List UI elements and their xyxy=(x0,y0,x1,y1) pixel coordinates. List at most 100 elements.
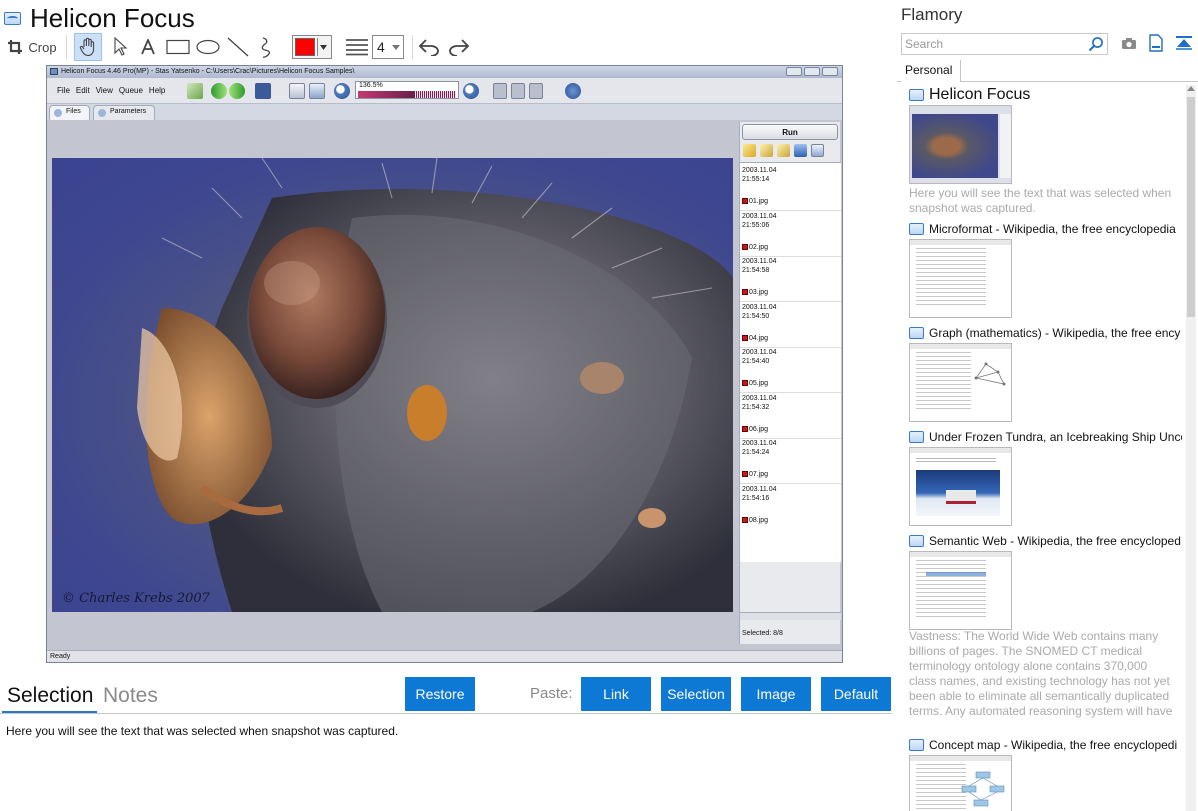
fly-illustration xyxy=(137,158,733,612)
helicon-app-icon xyxy=(50,68,58,75)
list-item[interactable]: Semantic Web - Wikipedia, the free encyc… xyxy=(909,533,1182,718)
list-item[interactable]: Under Frozen Tundra, an Icebreaking Ship… xyxy=(909,429,1182,526)
document-icon[interactable] xyxy=(1146,33,1166,53)
color-swatch xyxy=(295,38,315,56)
zoom-out-icon xyxy=(334,83,350,99)
file-name-row: 08.jpg xyxy=(742,516,838,525)
ellipse-icon xyxy=(196,39,220,55)
tab-divider xyxy=(0,713,892,714)
file-date: 2003.11.04 xyxy=(742,485,777,493)
hand-icon xyxy=(79,37,95,57)
file-name: 01.jpg xyxy=(749,198,769,205)
snapshot-list: Helicon Focus Here you will see the text… xyxy=(909,85,1182,811)
window-controls xyxy=(786,67,838,76)
list-item[interactable]: Graph (mathematics) - Wikipedia, the fre… xyxy=(909,325,1182,422)
checkbox-icon xyxy=(742,516,748,523)
rectangle-icon xyxy=(166,39,190,55)
tab-selection[interactable]: Selection xyxy=(7,684,93,708)
rectangle-tool-button[interactable] xyxy=(164,33,192,61)
sidebar-scrollbar[interactable] xyxy=(1186,85,1196,811)
file-list: 2003.11.04 21:55:14 01.jpg 2003.11.04 21:55:… xyxy=(740,162,841,562)
list-item[interactable]: Concept map - Wikipedia, the free encycl… xyxy=(909,737,1182,811)
page-title: Helicon Focus xyxy=(30,2,195,33)
file-entry: 2003.11.04 21:54:32 06.jpg xyxy=(742,394,838,434)
files-icon xyxy=(54,109,62,117)
text-icon xyxy=(141,39,155,55)
file-time: 21:54:32 xyxy=(742,403,770,411)
layout-2-icon xyxy=(511,83,525,99)
hand-tool-button[interactable] xyxy=(74,33,102,61)
sort-icon xyxy=(794,144,807,157)
freehand-tool-button[interactable] xyxy=(255,33,281,61)
snapshot-tabs: Files Parameters xyxy=(47,104,842,120)
file-name-row: 06.jpg xyxy=(742,425,838,434)
undo-button[interactable] xyxy=(416,33,442,61)
forward-arrow-icon xyxy=(229,83,245,99)
zoom-in-icon xyxy=(463,83,479,99)
line-size-select[interactable]: 4 xyxy=(372,35,404,59)
tab-personal[interactable]: Personal xyxy=(901,60,962,82)
thumbnail xyxy=(909,551,1012,630)
menu-edit: Edit xyxy=(75,86,90,95)
page-icon xyxy=(909,739,924,751)
file-entry: 2003.11.04 21:55:06 02.jpg xyxy=(742,212,838,252)
crop-button[interactable]: Crop xyxy=(4,33,60,61)
file-time: 21:54:40 xyxy=(742,358,770,365)
file-name-row: 02.jpg xyxy=(742,243,838,252)
line-icon xyxy=(227,37,249,57)
sidebar-tabs: Personal xyxy=(897,60,1198,82)
file-date: 2003.11.04 xyxy=(742,167,777,174)
select-tool-button[interactable] xyxy=(108,33,132,61)
parameters-icon xyxy=(98,109,106,117)
file-name: 02.jpg xyxy=(749,243,769,251)
restore-button[interactable]: Restore xyxy=(405,677,475,711)
snapshot-menu: File Edit View Queue Help xyxy=(57,86,165,95)
file-date: 2003.11.04 xyxy=(742,440,777,447)
camera-icon[interactable] xyxy=(1119,33,1139,53)
file-name: 08.jpg xyxy=(749,516,769,524)
scrollbar-thumb[interactable] xyxy=(1187,97,1195,317)
toolbar-divider xyxy=(412,35,413,59)
search-icon[interactable] xyxy=(1088,36,1104,52)
scroll-up-icon[interactable] xyxy=(1187,86,1195,91)
paste-default-button[interactable]: Default xyxy=(821,677,891,711)
collapse-top-icon[interactable] xyxy=(1174,33,1194,53)
file-time: 21:55:06 xyxy=(742,221,770,229)
snapshot-image[interactable]: Helicon Focus 4.46 Pro(MP) - Stas Yatsen… xyxy=(46,65,843,663)
paste-image-button[interactable]: Image xyxy=(741,677,811,711)
tab-files: Files xyxy=(49,105,90,120)
file-name: 03.jpg xyxy=(749,289,769,296)
add-folder-icon xyxy=(743,144,756,157)
list-item[interactable]: Microformat - Wikipedia, the free encycl… xyxy=(909,221,1182,318)
thumbnail xyxy=(909,105,1012,184)
save-icon xyxy=(255,83,271,99)
file-date: 2003.11.04 xyxy=(742,258,777,265)
paste-selection-button[interactable]: Selection xyxy=(661,677,731,711)
tab-notes[interactable]: Notes xyxy=(103,684,158,708)
list-item[interactable]: Helicon Focus Here you will see the text… xyxy=(909,87,1182,215)
file-list-scrollbar xyxy=(740,612,841,620)
thumbnail xyxy=(909,343,1012,422)
selection-text[interactable]: Here you will see the text that was sele… xyxy=(6,724,398,738)
line-width-button[interactable] xyxy=(344,33,370,61)
paste-link-button[interactable]: Link xyxy=(581,677,651,711)
file-time: 21:54:24 xyxy=(742,449,770,456)
text-tool-button[interactable] xyxy=(136,33,160,61)
remove-files-icon xyxy=(777,144,790,157)
checkbox-icon xyxy=(742,289,748,295)
menu-queue: Queue xyxy=(118,86,143,95)
color-picker[interactable] xyxy=(292,35,332,59)
page-icon xyxy=(289,83,305,99)
ellipse-tool-button[interactable] xyxy=(194,33,222,61)
file-name-row: 07.jpg xyxy=(742,470,838,479)
properties-icon xyxy=(811,144,824,157)
redo-button[interactable] xyxy=(446,33,472,61)
search-input[interactable]: Search xyxy=(901,33,1108,55)
fit-icon xyxy=(309,83,325,99)
layout-1-icon xyxy=(493,83,507,99)
file-time: 21:54:16 xyxy=(742,494,770,502)
snapshot-file-panel: Run 2003.11.04 21:55:14 01.jpg 2003.11.04 21… xyxy=(739,122,841,644)
page-icon xyxy=(909,89,924,101)
line-tool-button[interactable] xyxy=(225,33,251,61)
file-name: 07.jpg xyxy=(749,471,769,478)
